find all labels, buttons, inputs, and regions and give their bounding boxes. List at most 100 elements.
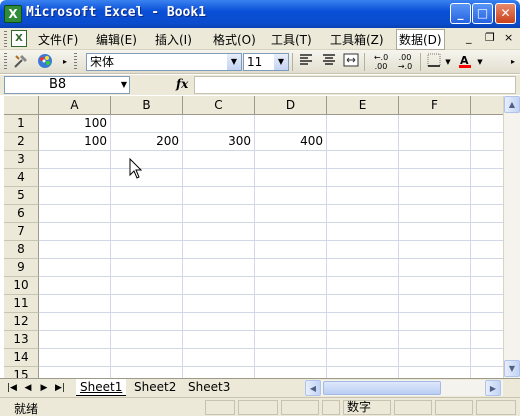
tools-icon[interactable]: [12, 53, 30, 71]
doc-minimize-button[interactable]: _: [466, 31, 472, 44]
row-header-9[interactable]: 9: [4, 259, 39, 277]
borders-dropdown-icon[interactable]: ▼: [444, 53, 452, 71]
column-header-g[interactable]: [471, 96, 503, 115]
sheet-tab-2[interactable]: Sheet2: [130, 379, 180, 396]
insert-function-button[interactable]: fx: [176, 77, 188, 91]
status-panel: [435, 400, 473, 415]
row-header-2[interactable]: 2: [4, 133, 39, 151]
row-header-3[interactable]: 3: [4, 151, 39, 169]
sheet-tab-3[interactable]: Sheet3: [184, 379, 234, 396]
title-bar[interactable]: X Microsoft Excel - Book1 _ □ ✕: [0, 0, 520, 28]
next-sheet-button[interactable]: ▶: [38, 381, 50, 395]
row-header-7[interactable]: 7: [4, 223, 39, 241]
gridline: [254, 115, 255, 378]
font-color-dropdown-icon[interactable]: ▼: [476, 53, 484, 71]
row-header-14[interactable]: 14: [4, 349, 39, 367]
worksheet-grid[interactable]: A B C D E F 1 2 3 4 5 6 7 8 9 10 11 12 1…: [4, 96, 503, 378]
column-header-e[interactable]: E: [327, 96, 399, 115]
row-header-15[interactable]: 15: [4, 367, 39, 378]
sheet-tab-1[interactable]: Sheet1: [76, 379, 127, 396]
status-bar: 就绪 数字: [0, 397, 520, 416]
cell-a1[interactable]: 100: [39, 115, 111, 133]
menu-insert[interactable]: 插入(I): [155, 31, 192, 48]
toolbar-options-icon[interactable]: ▸: [508, 53, 518, 71]
menu-format[interactable]: 格式(O): [213, 31, 256, 48]
menu-toolbox[interactable]: 工具箱(Z): [330, 31, 384, 48]
align-left-icon[interactable]: [297, 53, 315, 71]
chevron-down-icon[interactable]: ▼: [227, 54, 241, 70]
close-button[interactable]: ✕: [495, 3, 516, 24]
name-box[interactable]: B8 ▼: [4, 76, 130, 94]
formula-input[interactable]: [194, 76, 516, 94]
menu-edit[interactable]: 编辑(E): [96, 31, 137, 48]
status-panel: [394, 400, 432, 415]
row-header-12[interactable]: 12: [4, 313, 39, 331]
row-header-11[interactable]: 11: [4, 295, 39, 313]
horizontal-scrollbar[interactable]: ◀ ▶: [305, 380, 503, 396]
cell-b2[interactable]: 200: [111, 133, 183, 151]
chevron-down-icon[interactable]: ▼: [274, 54, 288, 70]
column-header-a[interactable]: A: [39, 96, 111, 115]
scroll-up-button[interactable]: ▲: [504, 96, 520, 113]
num-lock-indicator: 数字: [343, 400, 391, 415]
row-header-5[interactable]: 5: [4, 187, 39, 205]
column-header-b[interactable]: B: [111, 96, 183, 115]
chevron-down-icon[interactable]: ▼: [121, 77, 127, 93]
font-color-icon[interactable]: A: [456, 53, 474, 71]
font-size-select[interactable]: 11 ▼: [243, 53, 289, 71]
gridline: [39, 168, 503, 169]
align-center-icon[interactable]: [320, 53, 338, 71]
column-header-d[interactable]: D: [255, 96, 327, 115]
workbook-icon[interactable]: X: [11, 30, 27, 47]
prev-sheet-button[interactable]: ◀: [22, 381, 34, 395]
gridline: [39, 276, 503, 277]
scroll-down-button[interactable]: ▼: [504, 360, 520, 377]
formatting-toolbar: ▸ 宋体 ▼ 11 ▼ ←.0.00 .00 →.0 ▼ A ▼ ▸: [0, 50, 520, 74]
last-sheet-button[interactable]: ▶|: [54, 381, 66, 395]
window-title: Microsoft Excel - Book1: [26, 5, 207, 20]
maximize-button[interactable]: □: [472, 3, 493, 24]
menu-grip[interactable]: [4, 31, 7, 47]
first-sheet-button[interactable]: |◀: [6, 381, 18, 395]
row-header-4[interactable]: 4: [4, 169, 39, 187]
menu-bar: X 文件(F) 编辑(E) 插入(I) 格式(O) 工具(T) 工具箱(Z) 数…: [0, 28, 520, 50]
gridline: [39, 204, 503, 205]
formula-bar: B8 ▼ fx: [0, 75, 520, 95]
doc-close-button[interactable]: ×: [504, 31, 513, 44]
scroll-thumb[interactable]: [323, 381, 441, 395]
font-name-select[interactable]: 宋体 ▼: [86, 53, 242, 71]
column-header-c[interactable]: C: [183, 96, 255, 115]
select-all-button[interactable]: [4, 96, 39, 115]
toolbar-options-icon[interactable]: ▸: [60, 53, 70, 71]
minimize-button[interactable]: _: [450, 3, 471, 24]
cell-c2[interactable]: 300: [183, 133, 255, 151]
toolbar-grip-2[interactable]: [74, 53, 77, 69]
row-header-1[interactable]: 1: [4, 115, 39, 133]
menu-data[interactable]: 数据(D): [396, 29, 445, 50]
row-header-8[interactable]: 8: [4, 241, 39, 259]
toolbar-grip[interactable]: [4, 53, 7, 69]
sheet-tab-bar: |◀ ◀ ▶ ▶| Sheet1 Sheet2 Sheet3 ◀ ▶: [0, 378, 520, 397]
scroll-left-button[interactable]: ◀: [305, 380, 321, 396]
row-header-10[interactable]: 10: [4, 277, 39, 295]
cell-a2[interactable]: 100: [39, 133, 111, 151]
palette-icon[interactable]: [36, 53, 54, 71]
menu-file[interactable]: 文件(F): [38, 31, 78, 48]
column-header-f[interactable]: F: [399, 96, 471, 115]
cell-d2[interactable]: 400: [255, 133, 327, 151]
increase-decimal-icon[interactable]: ←.0.00: [370, 53, 392, 71]
gridline: [39, 366, 503, 367]
vertical-scrollbar[interactable]: ▲ ▼: [503, 96, 520, 378]
toolbar-separator: [364, 53, 365, 71]
merge-center-icon[interactable]: [342, 53, 360, 71]
borders-icon[interactable]: [425, 53, 443, 71]
row-header-13[interactable]: 13: [4, 331, 39, 349]
menu-tools[interactable]: 工具(T): [271, 31, 312, 48]
scroll-right-button[interactable]: ▶: [485, 380, 501, 396]
row-header-6[interactable]: 6: [4, 205, 39, 223]
decrease-decimal-icon[interactable]: .00 →.0: [394, 53, 416, 71]
doc-restore-button[interactable]: ❐: [485, 31, 495, 44]
gridline: [326, 115, 327, 378]
name-box-value: B8: [49, 77, 67, 92]
gridline: [39, 330, 503, 331]
